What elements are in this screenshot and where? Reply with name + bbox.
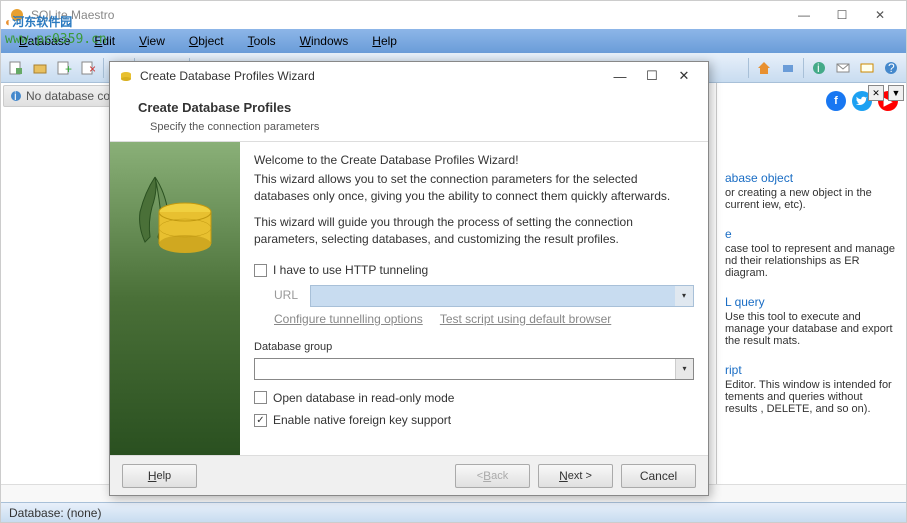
maximize-button[interactable]: ☐ xyxy=(824,3,860,27)
tb-info-icon[interactable]: i xyxy=(808,57,830,79)
readonly-checkbox[interactable] xyxy=(254,391,267,404)
back-button[interactable]: < Back xyxy=(455,464,530,488)
test-script-link[interactable]: Test script using default browser xyxy=(440,312,611,326)
statusbar: Database: (none) xyxy=(1,502,906,522)
tb-mail2-icon[interactable] xyxy=(856,57,878,79)
menu-database[interactable]: Database xyxy=(9,31,80,51)
dialog-content: Welcome to the Create Database Profiles … xyxy=(240,142,708,455)
next-button[interactable]: Next > xyxy=(538,464,613,488)
group-input[interactable]: ▾ xyxy=(254,358,694,380)
facebook-icon[interactable]: f xyxy=(826,91,846,111)
panel-dropdown-icon[interactable]: ▼ xyxy=(888,85,904,101)
right-link-1[interactable]: e xyxy=(725,227,898,241)
menu-view[interactable]: View xyxy=(129,31,175,51)
svg-text:+: + xyxy=(65,62,72,76)
tb-cart-icon[interactable] xyxy=(777,57,799,79)
status-db-value: (none) xyxy=(67,506,102,520)
dialog-minimize-button[interactable]: ― xyxy=(604,65,636,87)
menu-help[interactable]: Help xyxy=(362,31,407,51)
dialog-maximize-button[interactable]: ☐ xyxy=(636,65,668,87)
tb-help-icon[interactable]: ? xyxy=(880,57,902,79)
dialog-footer: Help < Back Next > Cancel xyxy=(110,455,708,495)
right-panel: ▼ ✕ f ▶ abase object or creating a new o… xyxy=(716,83,906,502)
close-button[interactable]: ✕ xyxy=(862,3,898,27)
welcome-text: Welcome to the Create Database Profiles … xyxy=(254,152,694,169)
minimize-button[interactable]: ― xyxy=(786,3,822,27)
desc1-text: This wizard allows you to set the connec… xyxy=(254,171,694,205)
dialog-body: Welcome to the Create Database Profiles … xyxy=(110,142,708,455)
dialog-icon xyxy=(118,68,134,84)
foreign-key-checkbox[interactable] xyxy=(254,414,267,427)
status-db-label: Database: xyxy=(9,506,64,520)
right-desc-1: case tool to represent and manage nd the… xyxy=(725,243,898,279)
dialog-close-button[interactable]: ✕ xyxy=(668,65,700,87)
http-tunnel-checkbox[interactable] xyxy=(254,264,267,277)
svg-text:i: i xyxy=(817,61,820,75)
desc2-text: This wizard will guide you through the p… xyxy=(254,214,694,248)
configure-tunnel-link[interactable]: Configure tunnelling options xyxy=(274,312,423,326)
menu-edit[interactable]: Edit xyxy=(84,31,125,51)
right-desc-2: Use this tool to execute and manage your… xyxy=(725,311,898,347)
url-label: URL xyxy=(274,287,304,304)
dialog-titlebar: Create Database Profiles Wizard ― ☐ ✕ xyxy=(110,62,708,90)
app-icon xyxy=(9,7,25,23)
http-tunnel-label: I have to use HTTP tunneling xyxy=(273,262,428,279)
readonly-label: Open database in read-only mode xyxy=(273,390,454,407)
main-window: ◐河东软件园 www.pc0359.cn SQLite Maestro ― ☐ … xyxy=(0,0,907,523)
tb-add-icon[interactable]: + xyxy=(53,57,75,79)
wizard-dialog: Create Database Profiles Wizard ― ☐ ✕ Cr… xyxy=(109,61,709,496)
titlebar: SQLite Maestro ― ☐ ✕ xyxy=(1,1,906,29)
svg-text:?: ? xyxy=(888,61,895,75)
menu-tools[interactable]: Tools xyxy=(238,31,286,51)
url-input[interactable]: ▾ xyxy=(310,285,694,307)
group-input-field[interactable] xyxy=(255,359,675,379)
tb-home-icon[interactable] xyxy=(753,57,775,79)
window-title: SQLite Maestro xyxy=(31,8,786,22)
cancel-button[interactable]: Cancel xyxy=(621,464,696,488)
menubar: Database Edit View Object Tools Windows … xyxy=(1,29,906,53)
right-link-2[interactable]: L query xyxy=(725,295,898,309)
url-dropdown-icon[interactable]: ▾ xyxy=(675,286,693,306)
tb-mail-icon[interactable] xyxy=(832,57,854,79)
svg-text:i: i xyxy=(14,90,17,102)
tb-open-icon[interactable] xyxy=(29,57,51,79)
group-dropdown-icon[interactable]: ▾ xyxy=(675,359,693,379)
dialog-header-title: Create Database Profiles xyxy=(138,100,680,115)
tb-delete-icon[interactable]: × xyxy=(77,57,99,79)
right-link-0[interactable]: abase object xyxy=(725,171,898,185)
dialog-title-text: Create Database Profiles Wizard xyxy=(140,69,604,83)
menu-windows[interactable]: Windows xyxy=(290,31,359,51)
group-label: Database group xyxy=(254,340,694,355)
menu-object[interactable]: Object xyxy=(179,31,234,51)
svg-text:×: × xyxy=(89,62,96,76)
right-desc-3: Editor. This window is intended for teme… xyxy=(725,379,898,415)
tb-new-icon[interactable] xyxy=(5,57,27,79)
panel-close-icon[interactable]: ✕ xyxy=(868,85,884,101)
right-link-3[interactable]: ript xyxy=(725,363,898,377)
foreign-key-label: Enable native foreign key support xyxy=(273,412,451,429)
dialog-header-sub: Specify the connection parameters xyxy=(150,121,680,133)
dialog-header: Create Database Profiles Specify the con… xyxy=(110,90,708,142)
right-desc-0: or creating a new object in the current … xyxy=(725,187,898,211)
dialog-sidebar-image xyxy=(110,142,240,455)
help-button[interactable]: Help xyxy=(122,464,197,488)
database-icon xyxy=(155,202,215,257)
